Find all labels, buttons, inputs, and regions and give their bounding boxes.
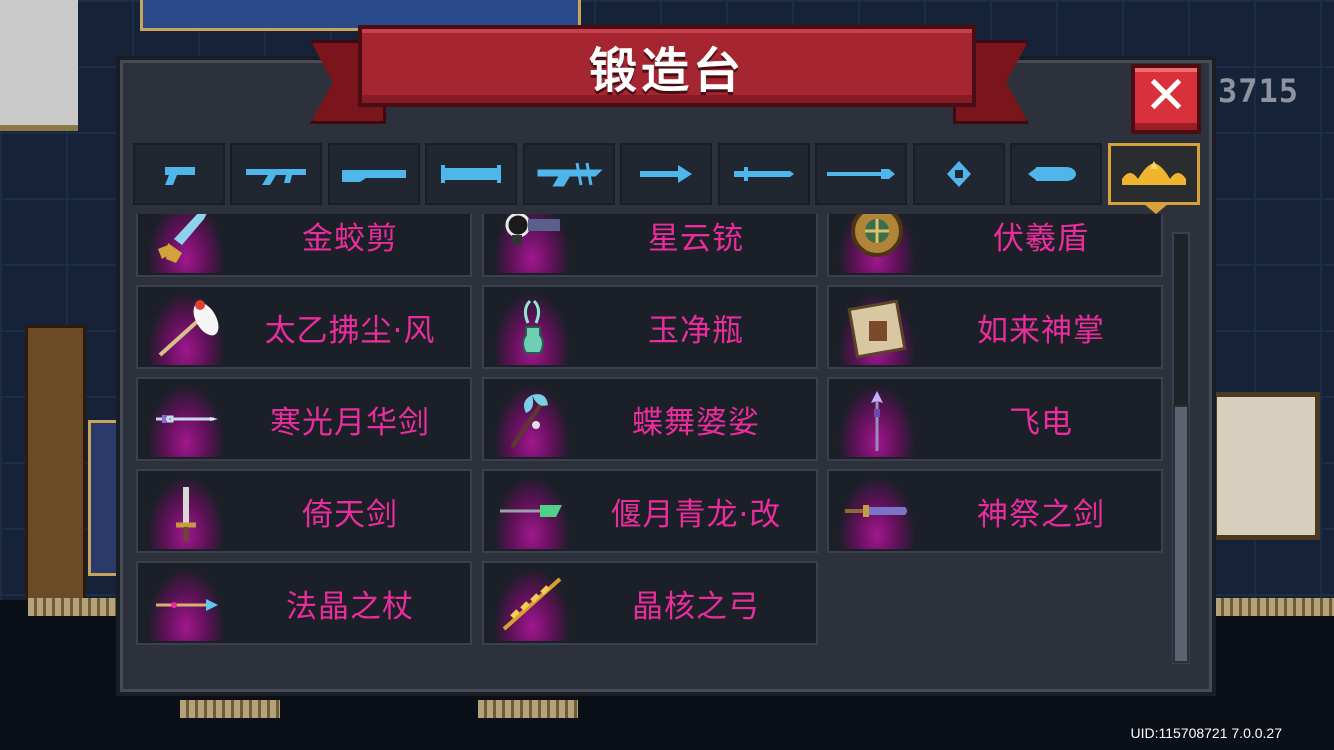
title-banner: 锻造台 [358, 25, 976, 107]
background-pillar [25, 325, 86, 631]
item-name: 金蛟剪 [302, 220, 398, 257]
scrollbar-thumb[interactable] [1173, 405, 1189, 663]
tab-crossbow[interactable] [523, 143, 615, 205]
ritual-sword-icon [845, 505, 907, 517]
item-name: 晶核之弓 [632, 588, 760, 625]
background-border-trim [478, 700, 578, 718]
item-card[interactable]: 法晶之杖 [136, 561, 472, 645]
item-name: 星云铳 [648, 220, 744, 257]
crossbow-icon [537, 162, 603, 187]
item-card[interactable]: 寒光月华剑 [136, 377, 472, 461]
launcher-icon [441, 165, 501, 183]
item-name: 如来神掌 [977, 312, 1105, 349]
background-border-trim [180, 700, 280, 718]
rifle-icon [246, 169, 306, 185]
jade-vase-icon [522, 299, 544, 354]
spear-icon [827, 169, 895, 179]
item-card[interactable]: 星云铳 [482, 214, 818, 277]
crown-icon [1122, 161, 1186, 185]
yitian-sword-icon [176, 487, 196, 541]
staff-icon [947, 161, 971, 187]
tab-staff[interactable] [913, 143, 1005, 205]
item-card[interactable]: 蝶舞婆娑 [482, 377, 818, 461]
item-name: 寒光月华剑 [270, 404, 430, 441]
background-border-trim [1215, 598, 1334, 616]
close-button[interactable]: ✕ [1131, 64, 1201, 134]
item-card[interactable]: 倚天剑 [136, 469, 472, 553]
item-name: 法晶之杖 [286, 588, 414, 625]
item-name: 神祭之剑 [977, 496, 1105, 533]
tab-spear[interactable] [815, 143, 907, 205]
item-name: 玉净瓶 [648, 312, 744, 349]
item-card[interactable]: 晶核之弓 [482, 561, 818, 645]
moon-sword-icon [156, 415, 218, 423]
item-name: 偃月青龙·改 [610, 496, 782, 533]
item-card[interactable]: 太乙拂尘·风 [136, 285, 472, 369]
item-grid: 金蛟剪 星云铳 伏羲盾太乙拂尘·风 玉净瓶 如来神掌寒光月华剑 蝶舞婆娑 飞电倚天剑 偃月青龙… [133, 214, 1169, 650]
item-name: 蝶舞婆娑 [632, 404, 760, 441]
item-card[interactable]: 偃月青龙·改 [482, 469, 818, 553]
melee-icon [734, 167, 794, 181]
butterfly-staff-icon [510, 394, 548, 449]
tab-legendary[interactable] [1108, 143, 1200, 205]
tab-pistol[interactable] [133, 143, 225, 205]
crystal-bow-icon [502, 577, 562, 631]
scissors-weapon-icon [158, 214, 207, 263]
lightning-spear-icon [871, 391, 883, 451]
background-border-trim [28, 598, 118, 616]
close-icon: ✕ [1144, 66, 1188, 126]
crystal-staff-icon [156, 599, 218, 611]
palm-scroll-icon [847, 299, 907, 359]
item-card[interactable]: 飞电 [827, 377, 1163, 461]
item-name: 飞电 [1009, 404, 1073, 441]
whisk-icon [158, 300, 219, 357]
pistol-icon [165, 167, 195, 185]
score-counter: 3715 [1218, 72, 1300, 110]
tab-bow[interactable] [620, 143, 712, 205]
tab-rifle[interactable] [230, 143, 322, 205]
item-card[interactable]: 玉净瓶 [482, 285, 818, 369]
special-icon [1028, 167, 1076, 181]
uid-version-label: UID:115708721 7.0.0.27 [1130, 725, 1282, 741]
background-wall [0, 0, 78, 131]
tab-shotgun[interactable] [328, 143, 420, 205]
item-card[interactable]: 如来神掌 [827, 285, 1163, 369]
background-desk [1212, 392, 1320, 540]
item-name: 伏羲盾 [993, 220, 1089, 257]
tab-special[interactable] [1010, 143, 1102, 205]
item-card[interactable]: 金蛟剪 [136, 214, 472, 277]
page-title: 锻造台 [588, 43, 745, 99]
nebula-gun-icon [505, 214, 560, 245]
item-card[interactable]: 神祭之剑 [827, 469, 1163, 553]
item-name: 太乙拂尘·风 [264, 312, 436, 349]
tab-melee[interactable] [718, 143, 810, 205]
tab-launcher[interactable] [425, 143, 517, 205]
dragon-glaive-icon [500, 505, 562, 517]
item-card[interactable]: 伏羲盾 [827, 214, 1163, 277]
active-tab-pointer [1144, 204, 1168, 214]
item-name: 倚天剑 [302, 496, 398, 533]
bow-icon [640, 165, 692, 183]
weapon-category-tabs [133, 143, 1203, 207]
shotgun-icon [342, 170, 406, 182]
fuxi-shield-icon [851, 214, 903, 257]
